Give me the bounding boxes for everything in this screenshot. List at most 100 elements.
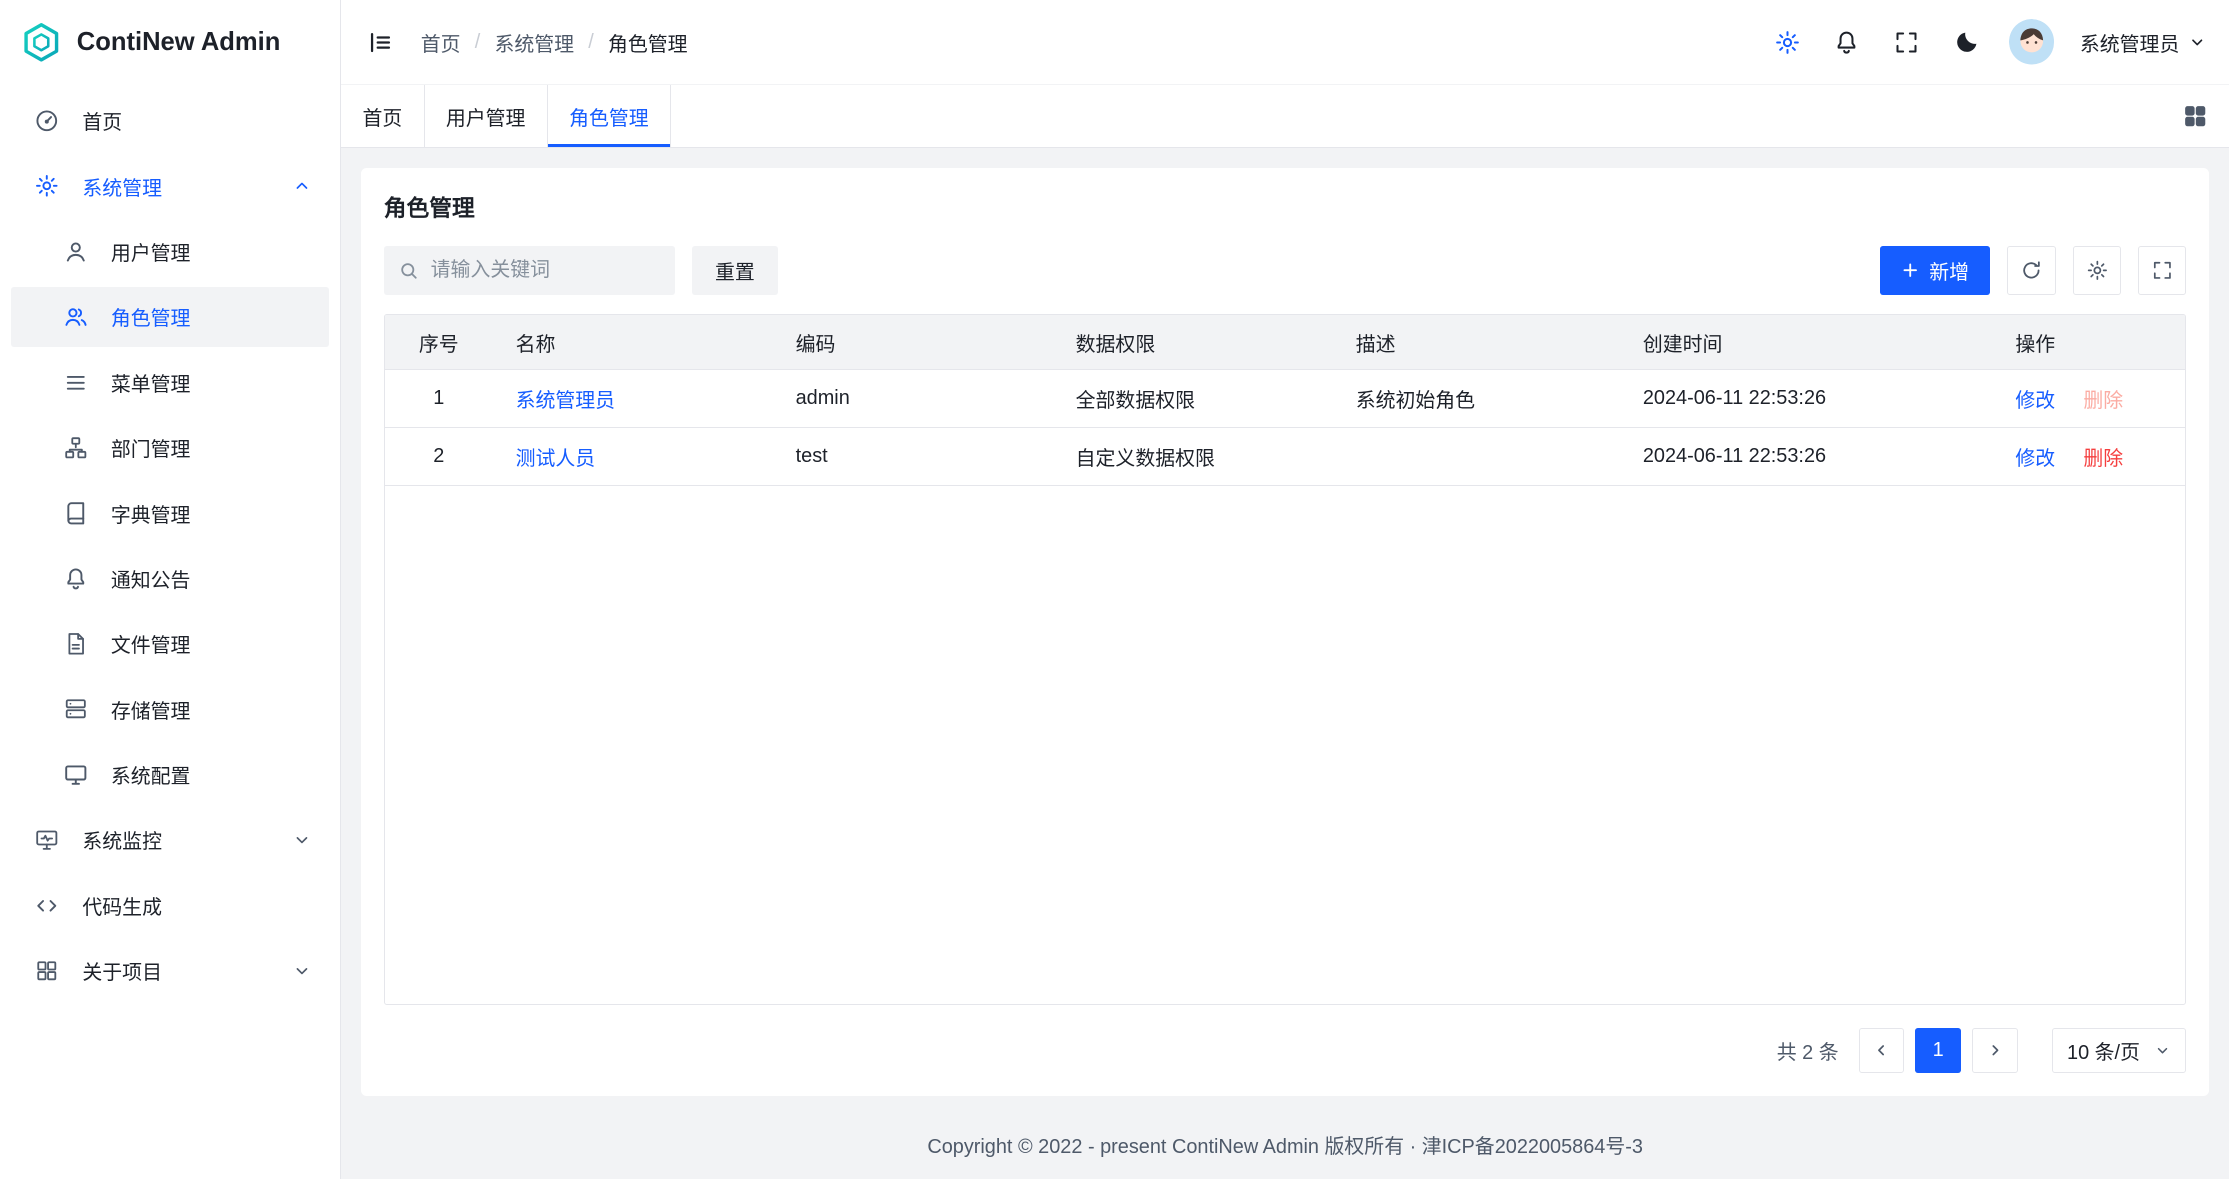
breadcrumb-separator: / xyxy=(475,31,481,54)
prev-page-button[interactable] xyxy=(1859,1028,1904,1073)
roles-table: 序号 名称 编码 数据权限 描述 创建时间 操作 1 xyxy=(385,315,2186,486)
breadcrumb-item-system[interactable]: 系统管理 xyxy=(494,28,574,57)
sidebar-item-label: 关于项目 xyxy=(82,956,162,985)
fullscreen-icon xyxy=(1893,29,1920,56)
sidebar-item-department-management[interactable]: 部门管理 xyxy=(11,418,328,478)
sidebar-item-label: 存储管理 xyxy=(111,695,191,724)
sidebar: ContiNew Admin 首页 系统管理 xyxy=(0,0,341,1179)
add-button-label: 新增 xyxy=(1929,256,1969,285)
tab-label: 角色管理 xyxy=(569,102,649,131)
cell-actions: 修改 删除 xyxy=(1993,428,2186,486)
refresh-button[interactable] xyxy=(2007,246,2055,294)
sidebar-item-label: 部门管理 xyxy=(111,433,191,462)
table-fullscreen-button[interactable] xyxy=(2138,246,2186,294)
toolbar: 重置 新增 xyxy=(384,246,2187,294)
chevron-down-icon xyxy=(292,961,312,981)
sidebar-item-system-config[interactable]: 系统配置 xyxy=(11,745,328,805)
sidebar-item-about-project[interactable]: 关于项目 xyxy=(11,941,328,1001)
pagination: 共 2 条 1 10 条/页 xyxy=(384,1028,2187,1073)
sidebar-item-menu-management[interactable]: 菜单管理 xyxy=(11,352,328,412)
users-icon xyxy=(63,304,89,330)
plus-icon xyxy=(1901,261,1919,279)
gear-icon xyxy=(1774,29,1801,56)
edit-link[interactable]: 修改 xyxy=(2015,448,2055,470)
sidebar-item-system-management[interactable]: 系统管理 xyxy=(11,156,328,216)
search-icon xyxy=(398,260,419,281)
current-page-button[interactable]: 1 xyxy=(1915,1028,1960,1073)
sidebar-item-label: 角色管理 xyxy=(111,302,191,331)
tab-label: 首页 xyxy=(362,102,402,131)
tab-role-management[interactable]: 角色管理 xyxy=(548,85,671,147)
tab-home[interactable]: 首页 xyxy=(341,85,424,147)
continew-logo-icon xyxy=(20,21,63,64)
server-icon xyxy=(63,696,89,722)
chevron-down-icon xyxy=(2188,33,2206,51)
table-settings-button[interactable] xyxy=(2073,246,2121,294)
sidebar-item-file-management[interactable]: 文件管理 xyxy=(11,614,328,674)
cell-actions: 修改 删除 xyxy=(1993,369,2186,427)
app-root: ContiNew Admin 首页 系统管理 xyxy=(0,0,2229,1179)
add-button[interactable]: 新增 xyxy=(1880,246,1991,294)
tab-user-management[interactable]: 用户管理 xyxy=(425,85,548,147)
fullscreen-button[interactable] xyxy=(1889,25,1923,59)
menu-fold-icon xyxy=(367,29,394,56)
edit-link[interactable]: 修改 xyxy=(2015,390,2055,412)
topbar: 首页 / 系统管理 / 角色管理 xyxy=(341,0,2229,85)
sidebar-item-code-generation[interactable]: 代码生成 xyxy=(11,875,328,935)
settings-button[interactable] xyxy=(1770,25,1804,59)
sidebar-item-notice-management[interactable]: 通知公告 xyxy=(11,549,328,609)
sidebar-item-storage-management[interactable]: 存储管理 xyxy=(11,679,328,739)
table-header-row: 序号 名称 编码 数据权限 描述 创建时间 操作 xyxy=(385,315,2186,369)
breadcrumb-item-current: 角色管理 xyxy=(608,28,688,57)
tabbar-spacer xyxy=(671,85,2181,147)
page-size-select[interactable]: 10 条/页 xyxy=(2052,1028,2187,1073)
search-input[interactable] xyxy=(431,259,661,282)
column-header-data-scope: 数据权限 xyxy=(1053,315,1333,369)
chevron-down-icon xyxy=(2154,1042,2171,1059)
sidebar-item-dictionary-management[interactable]: 字典管理 xyxy=(11,483,328,543)
role-name-link[interactable]: 系统管理员 xyxy=(516,390,615,412)
tab-label: 用户管理 xyxy=(446,102,526,131)
cell-data-scope: 自定义数据权限 xyxy=(1053,428,1333,486)
column-header-index: 序号 xyxy=(385,315,493,369)
avatar[interactable] xyxy=(2009,19,2054,64)
table-row: 1 系统管理员 admin 全部数据权限 系统初始角色 2024-06-11 2… xyxy=(385,369,2186,427)
dark-mode-button[interactable] xyxy=(1949,25,1983,59)
delete-link[interactable]: 删除 xyxy=(2083,448,2123,470)
search-box xyxy=(384,246,675,294)
role-name-link[interactable]: 测试人员 xyxy=(516,448,596,470)
roles-table-container: 序号 名称 编码 数据权限 描述 创建时间 操作 1 xyxy=(384,314,2187,1005)
sidebar-item-home[interactable]: 首页 xyxy=(11,91,328,151)
gear-icon xyxy=(34,173,60,199)
sidebar-collapse-button[interactable] xyxy=(364,25,398,59)
cell-code: test xyxy=(773,428,1053,486)
cell-index: 1 xyxy=(385,369,493,427)
page-size-value: 10 条/页 xyxy=(2067,1036,2140,1065)
chevron-left-icon xyxy=(1872,1041,1890,1059)
sidebar-menu: 首页 系统管理 用户管理 角色 xyxy=(0,85,340,1178)
app-title: ContiNew Admin xyxy=(77,28,281,57)
reset-button[interactable]: 重置 xyxy=(692,246,777,294)
sidebar-item-role-management[interactable]: 角色管理 xyxy=(11,287,328,347)
tab-actions-grid-icon[interactable] xyxy=(2181,102,2209,130)
sidebar-item-label: 系统配置 xyxy=(111,760,191,789)
sidebar-item-label: 通知公告 xyxy=(111,564,191,593)
file-icon xyxy=(63,631,89,657)
sidebar-item-system-monitor[interactable]: 系统监控 xyxy=(11,810,328,870)
cell-index: 2 xyxy=(385,428,493,486)
breadcrumb-item-home[interactable]: 首页 xyxy=(421,28,461,57)
page-title: 角色管理 xyxy=(384,190,2187,223)
sidebar-item-user-management[interactable]: 用户管理 xyxy=(11,222,328,282)
chevron-down-icon xyxy=(292,830,312,850)
copyright-text: Copyright © 2022 - present ContiNew Admi… xyxy=(927,1130,1643,1159)
sidebar-item-label: 用户管理 xyxy=(111,237,191,266)
notifications-button[interactable] xyxy=(1830,25,1864,59)
user-icon xyxy=(63,239,89,265)
dashboard-icon xyxy=(34,108,60,134)
cell-created-at: 2024-06-11 22:53:26 xyxy=(1620,428,1992,486)
next-page-button[interactable] xyxy=(1972,1028,2017,1073)
cell-code: admin xyxy=(773,369,1053,427)
code-icon xyxy=(34,893,60,919)
logo[interactable]: ContiNew Admin xyxy=(0,0,340,85)
user-menu[interactable]: 系统管理员 xyxy=(2080,28,2206,57)
